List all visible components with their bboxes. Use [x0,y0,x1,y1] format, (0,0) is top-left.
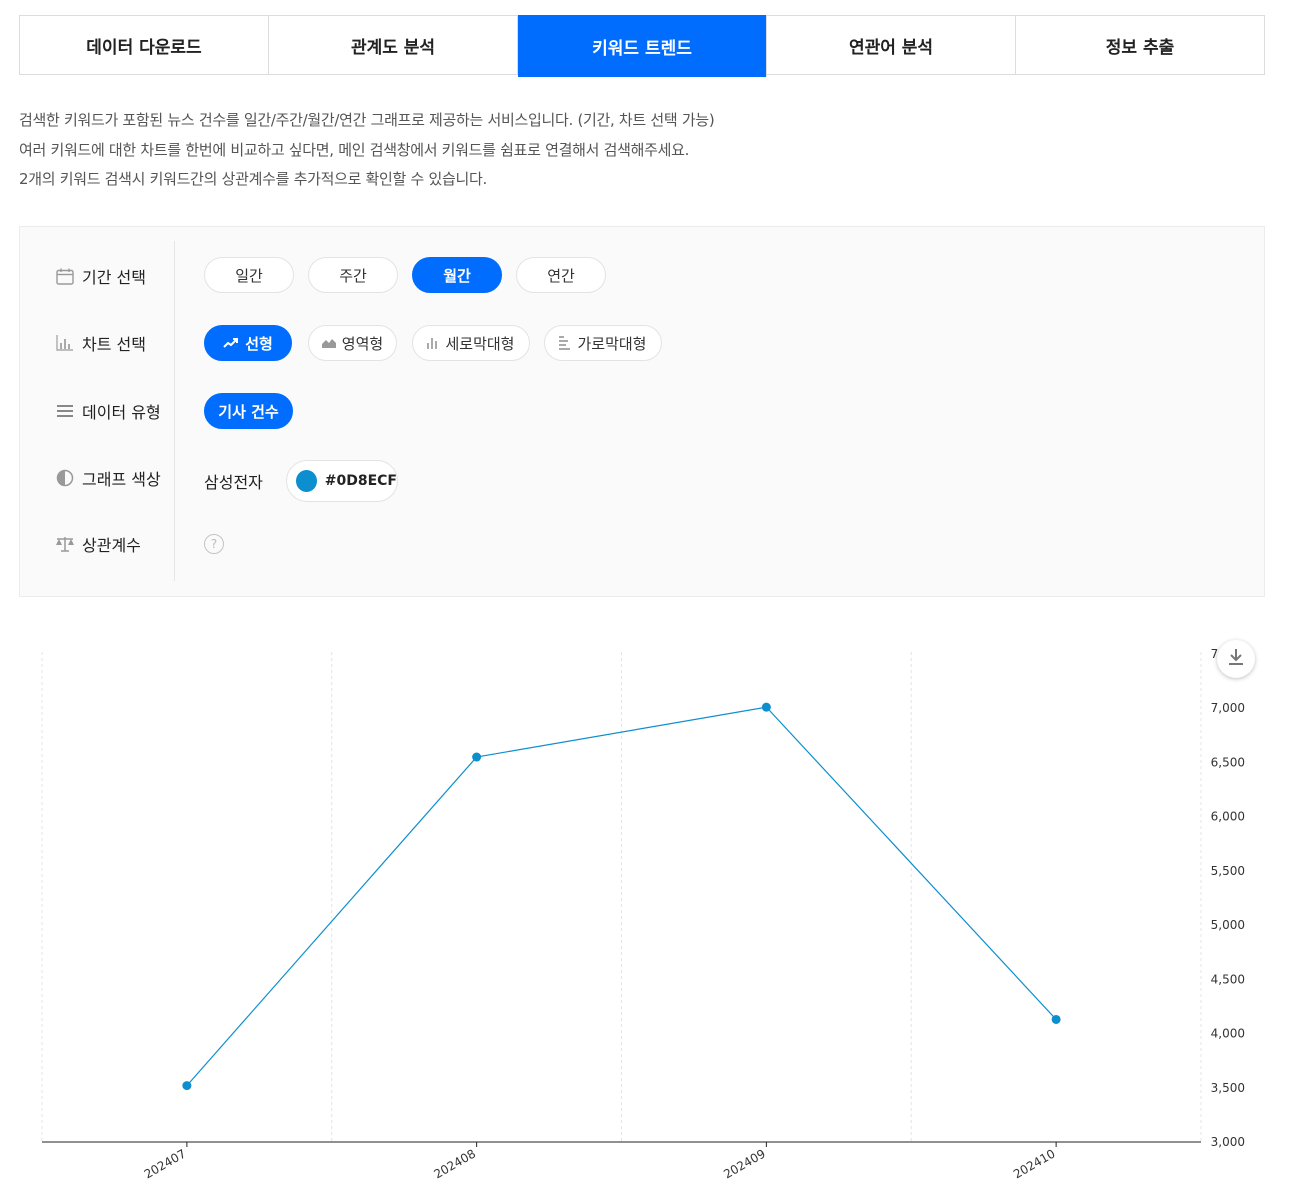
x-axis-labels: 202407 202408 202409 202410 [142,1146,1058,1181]
description-line-2: 여러 키워드에 대한 차트를 한번에 비교하고 싶다면, 메인 검색창에서 키워… [19,140,690,159]
chart-column-button[interactable]: 세로막대형 [412,325,530,361]
period-label-text: 기간 선택 [82,268,146,287]
options-panel: 기간 선택 일간 주간 월간 연간 차트 선택 선형 영역형 세로막대형 가로막… [19,226,1265,597]
chart-type-label: 차트 선택 [54,331,146,355]
tab-data-download[interactable]: 데이터 다운로드 [20,16,269,74]
period-weekly-button[interactable]: 주간 [308,257,398,293]
area-chart-icon [321,338,336,348]
bar-chart-icon [54,333,76,353]
y-tick-label: 7,000 [1211,701,1245,715]
color-swatch [296,470,317,492]
chart-grid [41,652,1202,1142]
x-tick-label: 202410 [1011,1146,1058,1181]
data-point [182,1081,192,1091]
description-line-1: 검색한 키워드가 포함된 뉴스 건수를 일간/주간/월간/연간 그래프로 제공하… [19,111,715,129]
data-type-label-text: 데이터 유형 [82,403,161,422]
y-axis-labels: 3,000 3,500 4,000 4,500 5,000 5,500 6,000 6,500… [1211,647,1245,1149]
trending-up-icon [223,338,239,348]
series-line [186,706,1057,1087]
color-keyword-label: 삼성전자 [204,473,263,492]
y-tick-label: 6,500 [1211,755,1245,769]
color-hex-label: #0D8ECF [324,473,397,489]
tab-bar: 데이터 다운로드 관계도 분석 키워드 트렌드 연관어 분석 정보 추출 [19,15,1265,77]
color-picker-button[interactable]: #0D8ECF [286,460,398,502]
horizontal-bar-icon [559,336,571,350]
y-tick-label: 3,000 [1211,1135,1245,1149]
tab-keyword-trend[interactable]: 키워드 트렌드 [518,15,767,77]
y-tick-label: 6,000 [1211,810,1245,824]
correlation-help-icon[interactable]: ? [204,534,224,554]
tab-related-words[interactable]: 연관어 분석 [767,16,1016,74]
contrast-icon [54,468,76,488]
list-icon [54,401,76,421]
correlation-label: 상관계수 [54,532,141,556]
chart-bar-label: 가로막대형 [577,334,647,353]
options-divider [174,241,175,581]
data-type-article-count-button[interactable]: 기사 건수 [204,393,293,429]
y-tick-label: 3,500 [1211,1081,1245,1095]
period-daily-button[interactable]: 일간 [204,257,294,293]
calendar-icon [54,266,76,286]
service-description: 검색한 키워드가 포함된 뉴스 건수를 일간/주간/월간/연간 그래프로 제공하… [19,106,715,195]
data-point [761,702,771,712]
keyword-trend-chart: 3,000 3,500 4,000 4,500 5,000 5,500 6,000 6,500… [41,647,1245,1182]
graph-color-label: 그래프 색상 [54,466,161,490]
description-line-3: 2개의 키워드 검색시 키워드간의 상관계수를 추가적으로 확인할 수 있습니다… [19,170,487,188]
period-label: 기간 선택 [54,264,146,288]
chart-area-label: 영역형 [341,334,384,353]
data-point [1051,1014,1061,1024]
x-tick-label: 202409 [721,1146,768,1181]
x-tick-label: 202408 [431,1146,478,1181]
download-button[interactable] [1217,640,1255,678]
x-tick-label: 202407 [142,1146,189,1181]
period-yearly-button[interactable]: 연간 [516,257,606,293]
column-chart-icon [427,337,439,349]
y-tick-label: 4,000 [1211,1027,1245,1041]
data-point [472,752,482,762]
period-monthly-button[interactable]: 월간 [412,257,502,293]
correlation-label-text: 상관계수 [82,536,141,555]
graph-color-label-text: 그래프 색상 [82,470,161,489]
tab-info-extract[interactable]: 정보 추출 [1016,16,1264,74]
y-tick-label: 5,000 [1211,918,1245,932]
chart-line-button[interactable]: 선형 [204,325,292,361]
chart-type-label-text: 차트 선택 [82,335,146,354]
y-tick-label: 5,500 [1211,864,1245,878]
chart-area-button[interactable]: 영역형 [308,325,397,361]
y-tick-label: 4,500 [1211,972,1245,986]
chart-line-label: 선형 [245,334,273,353]
chart-column-label: 세로막대형 [445,334,515,353]
download-icon [1228,648,1244,670]
data-type-label: 데이터 유형 [54,399,161,423]
chart-axes [42,1141,1201,1147]
chart-bar-button[interactable]: 가로막대형 [544,325,662,361]
tab-relation-analysis[interactable]: 관계도 분석 [269,16,518,74]
scale-icon [54,534,76,554]
